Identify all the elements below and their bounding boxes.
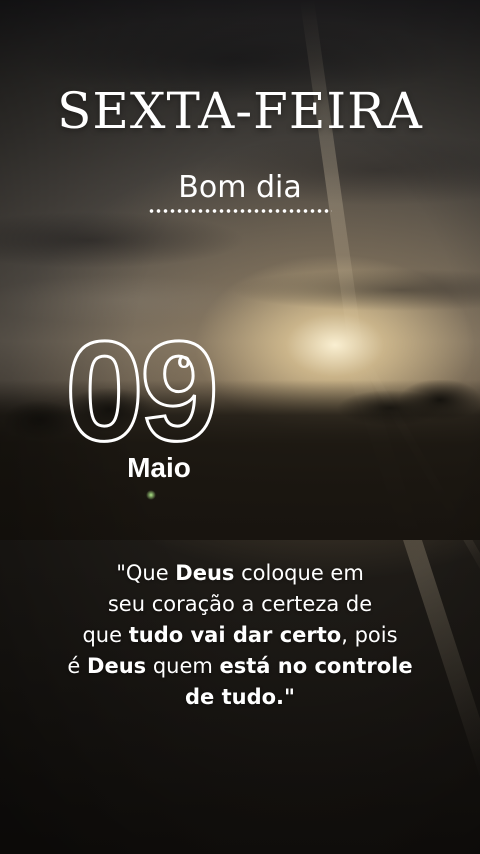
day-ordinal: o	[177, 348, 190, 373]
quote-text: "Que Deus coloque em seu coração a certez…	[30, 558, 450, 713]
quote-emphasis: tudo vai dar certo	[128, 623, 342, 647]
month-label: Maio	[127, 452, 191, 483]
day-digits: 09	[65, 318, 215, 458]
quote-line: de tudo."	[30, 682, 450, 713]
quote-segment: coloque em	[234, 561, 364, 585]
quote-emphasis: Deus	[175, 561, 235, 585]
dotted-underline	[148, 208, 332, 214]
quote-segment: quem	[146, 654, 220, 678]
quote-emphasis: Deus	[87, 654, 147, 678]
quote-line: seu coração a certeza de	[30, 589, 450, 620]
quote-segment: seu coração a certeza de	[107, 592, 373, 616]
day-number: 09 o	[64, 318, 221, 458]
greeting-card: SEXTA-FEIRA Bom dia 09 o Maio "Que Deus …	[0, 0, 480, 854]
quote-segment: , pois	[341, 623, 398, 647]
greeting-text: Bom dia	[178, 170, 302, 205]
quote-line: "Que Deus coloque em	[30, 558, 450, 589]
quote-segment: que	[82, 623, 129, 647]
quote-line: que tudo vai dar certo, pois	[30, 620, 450, 651]
quote-emphasis: está no controle	[219, 654, 413, 678]
quote-segment: é	[67, 654, 88, 678]
quote-line: é Deus quem está no controle	[30, 651, 450, 682]
card-content: SEXTA-FEIRA Bom dia 09 o Maio "Que Deus …	[0, 0, 480, 854]
quote-segment: "Que	[116, 561, 176, 585]
weekday-title: SEXTA-FEIRA	[57, 82, 423, 140]
quote-emphasis: de tudo."	[185, 685, 295, 709]
